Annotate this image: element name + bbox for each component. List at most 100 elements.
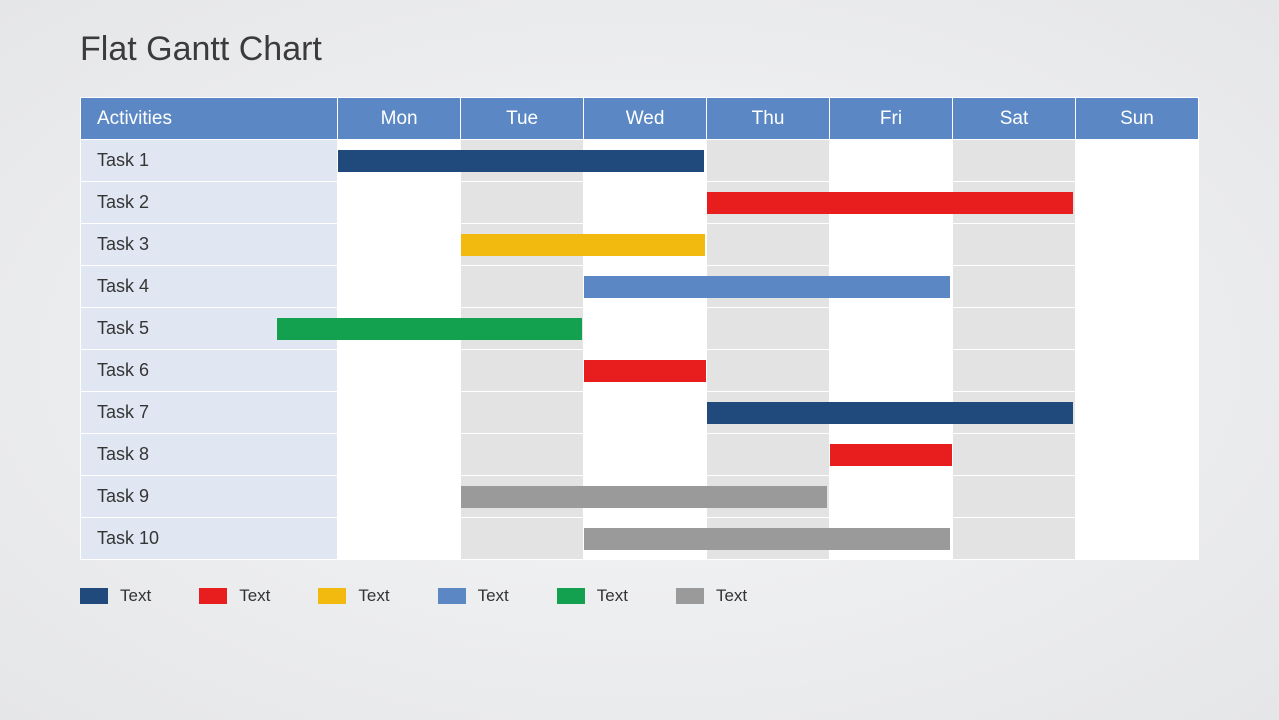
gantt-bar <box>584 360 706 382</box>
table-row: Task 7 <box>81 392 1199 434</box>
gantt-cell <box>1075 266 1198 308</box>
gantt-cell <box>1075 476 1198 518</box>
header-day: Sat <box>952 98 1075 140</box>
gantt-cell <box>338 182 461 224</box>
legend-item: Text <box>318 586 389 606</box>
gantt-cell <box>584 182 707 224</box>
gantt-cell <box>584 434 707 476</box>
gantt-cell <box>1075 518 1198 560</box>
table-row: Task 2 <box>81 182 1199 224</box>
gantt-cell <box>1075 350 1198 392</box>
gantt-cell <box>1075 308 1198 350</box>
gantt-cell <box>461 266 584 308</box>
gantt-cell <box>338 308 461 350</box>
table-row: Task 9 <box>81 476 1199 518</box>
gantt-cell <box>707 350 830 392</box>
gantt-chart: Activities Mon Tue Wed Thu Fri Sat Sun T… <box>80 97 1199 560</box>
gantt-cell <box>1075 392 1198 434</box>
gantt-cell <box>584 392 707 434</box>
task-label: Task 8 <box>81 434 338 476</box>
gantt-cell <box>461 350 584 392</box>
table-row: Task 6 <box>81 350 1199 392</box>
legend-label: Text <box>478 586 509 606</box>
task-label: Task 4 <box>81 266 338 308</box>
gantt-cell <box>952 518 1075 560</box>
task-label: Task 3 <box>81 224 338 266</box>
gantt-cell <box>338 476 461 518</box>
legend-swatch <box>318 588 346 604</box>
table-row: Task 10 <box>81 518 1199 560</box>
gantt-cell <box>830 476 953 518</box>
header-day: Sun <box>1075 98 1198 140</box>
gantt-cell <box>461 182 584 224</box>
gantt-cell <box>1075 140 1198 182</box>
gantt-cell <box>461 224 584 266</box>
gantt-cell <box>584 350 707 392</box>
legend-label: Text <box>120 586 151 606</box>
legend-item: Text <box>199 586 270 606</box>
gantt-cell <box>830 434 953 476</box>
gantt-cell <box>338 518 461 560</box>
gantt-cell <box>830 350 953 392</box>
gantt-cell <box>461 434 584 476</box>
gantt-cell <box>461 392 584 434</box>
task-label: Task 10 <box>81 518 338 560</box>
gantt-cell <box>338 266 461 308</box>
legend-swatch <box>557 588 585 604</box>
legend-label: Text <box>597 586 628 606</box>
legend-item: Text <box>438 586 509 606</box>
task-label: Task 9 <box>81 476 338 518</box>
gantt-cell <box>707 182 830 224</box>
page-title: Flat Gantt Chart <box>80 30 1199 69</box>
gantt-bar <box>584 528 950 550</box>
gantt-cell <box>952 350 1075 392</box>
header-day: Mon <box>338 98 461 140</box>
table-row: Task 3 <box>81 224 1199 266</box>
gantt-cell <box>830 308 953 350</box>
gantt-cell <box>1075 434 1198 476</box>
legend-item: Text <box>80 586 151 606</box>
legend-label: Text <box>716 586 747 606</box>
gantt-cell <box>338 350 461 392</box>
gantt-cell <box>338 224 461 266</box>
header-day: Thu <box>707 98 830 140</box>
header-activities: Activities <box>81 98 338 140</box>
table-row: Task 1 <box>81 140 1199 182</box>
gantt-bar <box>461 486 827 508</box>
gantt-cell <box>952 476 1075 518</box>
legend-item: Text <box>557 586 628 606</box>
gantt-bar <box>277 318 582 340</box>
gantt-bar <box>707 192 1073 214</box>
gantt-cell <box>338 140 461 182</box>
gantt-cell <box>1075 182 1198 224</box>
legend-label: Text <box>239 586 270 606</box>
gantt-bar <box>830 444 952 466</box>
gantt-cell <box>707 434 830 476</box>
gantt-cell <box>952 308 1075 350</box>
legend-label: Text <box>358 586 389 606</box>
legend-swatch <box>676 588 704 604</box>
legend-swatch <box>199 588 227 604</box>
task-label: Task 1 <box>81 140 338 182</box>
legend-swatch <box>80 588 108 604</box>
gantt-bar <box>461 234 705 256</box>
gantt-cell <box>830 224 953 266</box>
table-row: Task 4 <box>81 266 1199 308</box>
header-day: Tue <box>461 98 584 140</box>
gantt-cell <box>338 434 461 476</box>
gantt-cell <box>584 266 707 308</box>
header-row: Activities Mon Tue Wed Thu Fri Sat Sun <box>81 98 1199 140</box>
legend-swatch <box>438 588 466 604</box>
gantt-cell <box>584 518 707 560</box>
gantt-cell <box>1075 224 1198 266</box>
gantt-cell <box>707 224 830 266</box>
task-label: Task 2 <box>81 182 338 224</box>
gantt-cell <box>461 518 584 560</box>
gantt-cell <box>707 308 830 350</box>
legend: Text Text Text Text Text Text <box>80 586 1199 606</box>
header-day: Wed <box>584 98 707 140</box>
gantt-cell <box>338 392 461 434</box>
gantt-cell <box>952 140 1075 182</box>
header-day: Fri <box>830 98 953 140</box>
gantt-cell <box>707 140 830 182</box>
